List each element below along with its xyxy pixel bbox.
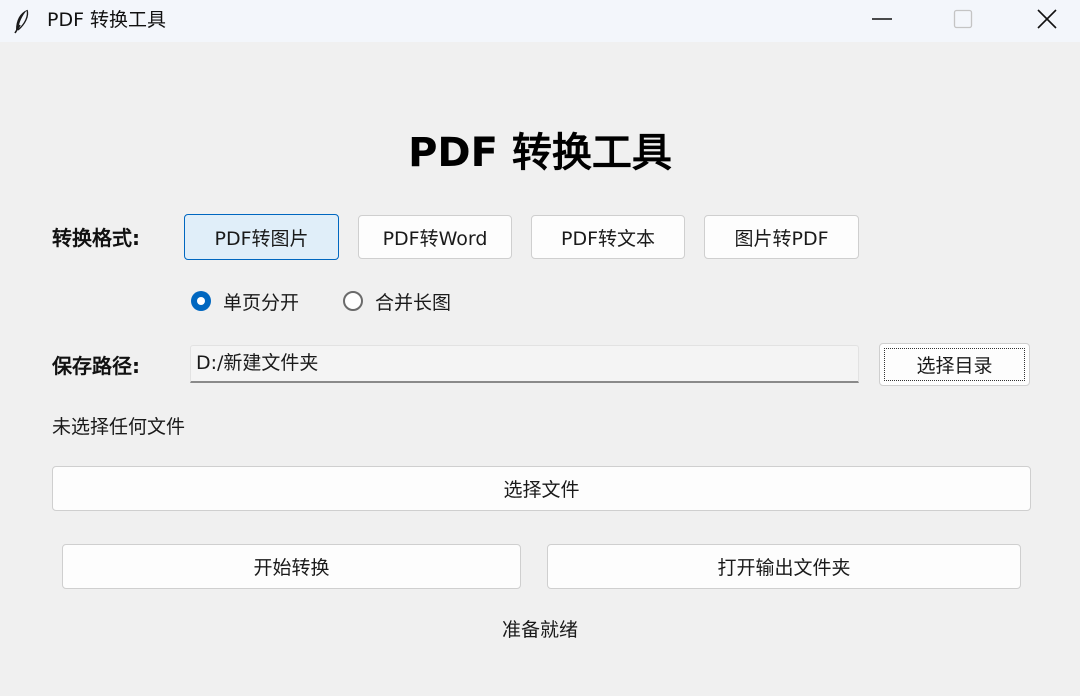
window-title: PDF 转换工具 <box>47 9 167 31</box>
save-path-label: 保存路径: <box>52 354 140 378</box>
page-title: PDF 转换工具 <box>408 130 672 176</box>
radio-split-pages-label: 单页分开 <box>223 291 300 314</box>
minimize-icon <box>872 18 892 20</box>
save-path-input[interactable]: D:/新建文件夹 <box>190 345 859 383</box>
format-label: 转换格式: <box>52 226 140 250</box>
file-status-text: 未选择任何文件 <box>52 416 186 438</box>
radio-unchecked-icon[interactable] <box>343 291 363 311</box>
title-bar: PDF 转换工具 <box>0 0 1080 42</box>
maximize-button[interactable] <box>933 0 993 38</box>
radio-checked-icon[interactable] <box>191 291 211 311</box>
radio-split-pages[interactable]: 单页分开 <box>191 286 299 316</box>
format-pdf-to-word-button[interactable]: PDF转Word <box>358 215 512 259</box>
choose-file-button[interactable]: 选择文件 <box>52 466 1031 511</box>
radio-merge-long-image[interactable]: 合并长图 <box>343 286 451 316</box>
minimize-button[interactable] <box>852 0 912 38</box>
format-image-to-pdf-button[interactable]: 图片转PDF <box>704 215 859 259</box>
format-pdf-to-text-button[interactable]: PDF转文本 <box>531 215 685 259</box>
status-text: 准备就绪 <box>501 619 578 641</box>
open-output-folder-button[interactable]: 打开输出文件夹 <box>547 544 1021 589</box>
radio-merge-long-image-label: 合并长图 <box>375 291 452 314</box>
choose-directory-button[interactable]: 选择目录 <box>879 343 1030 386</box>
maximize-icon <box>953 9 973 29</box>
feather-icon <box>14 9 29 34</box>
close-button[interactable] <box>1017 0 1077 38</box>
start-convert-button[interactable]: 开始转换 <box>62 544 521 589</box>
close-icon <box>1037 9 1057 29</box>
format-pdf-to-image-button[interactable]: PDF转图片 <box>184 214 339 260</box>
choose-directory-label: 选择目录 <box>916 355 993 377</box>
